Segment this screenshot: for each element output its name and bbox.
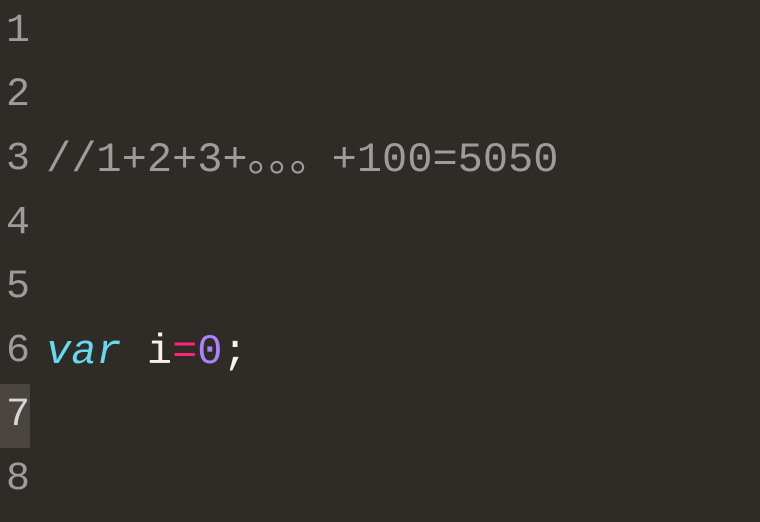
keyword-token: var bbox=[46, 328, 122, 376]
line-number: 4 bbox=[0, 192, 30, 256]
code-line[interactable]: var sum=0; bbox=[46, 512, 760, 522]
line-number: 7 bbox=[0, 384, 30, 448]
number-token: 0 bbox=[197, 328, 222, 376]
code-line[interactable]: //1+2+3+。。。+100=5050 bbox=[46, 128, 760, 192]
identifier-token: i bbox=[147, 328, 172, 376]
line-number: 1 bbox=[0, 0, 30, 64]
comment-token: //1+2+3+。。。+100=5050 bbox=[46, 136, 558, 184]
line-number: 8 bbox=[0, 448, 30, 512]
code-area[interactable]: //1+2+3+。。。+100=5050 var i=0; var sum=0;… bbox=[36, 0, 760, 522]
line-number: 2 bbox=[0, 64, 30, 128]
line-number: 3 bbox=[0, 128, 30, 192]
line-number-gutter: 1 2 3 4 5 6 7 8 bbox=[0, 0, 36, 522]
line-number: 5 bbox=[0, 256, 30, 320]
whitespace bbox=[122, 328, 147, 376]
code-line[interactable]: var i=0; bbox=[46, 320, 760, 384]
line-number: 6 bbox=[0, 320, 30, 384]
punct-token: ; bbox=[223, 328, 248, 376]
code-editor[interactable]: 1 2 3 4 5 6 7 8 //1+2+3+。。。+100=5050 var… bbox=[0, 0, 760, 522]
operator-token: = bbox=[172, 328, 197, 376]
